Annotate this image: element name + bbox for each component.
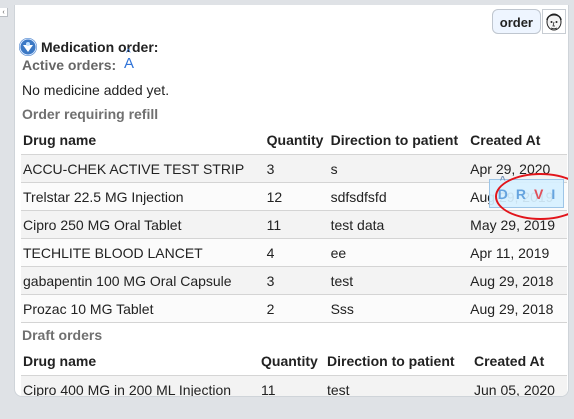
table-row[interactable]: TECHLITE BLOOD LANCET 4 ee Apr 11, 2019 (21, 238, 567, 267)
table-row[interactable]: Cipro 250 MG Oral Tablet 11 test data Ma… (21, 210, 567, 239)
collapse-arrow-icon[interactable]: ‹ (0, 8, 8, 17)
direction-cell: test (328, 266, 469, 295)
action-i-button[interactable]: I (551, 186, 555, 202)
page-title: Medication order: (41, 39, 159, 55)
created-at-cell: May 29, 2019 (468, 210, 567, 239)
quantity-cell: 11 (264, 210, 329, 239)
app-frame: ‹ order Medication order: Active orders:… (0, 0, 574, 419)
created-at-column-header: Created At (472, 347, 567, 376)
direction-cell: test data (328, 210, 469, 239)
refill-section-title: Order requiring refill (22, 106, 159, 122)
created-at-column-header: Created At (468, 126, 567, 155)
drug-name-cell: Prozac 10 MG Tablet (21, 294, 265, 323)
row-action-toolbar: D R V I (489, 175, 564, 208)
draft-orders-table: Drug name Quantity Direction to patient … (21, 347, 567, 396)
direction-cell: test (325, 375, 472, 396)
action-r-button[interactable]: R (516, 186, 526, 202)
order-button[interactable]: order (491, 9, 541, 34)
drug-name-column-header: Drug name (21, 126, 265, 155)
table-header-row: Drug name Quantity Direction to patient … (21, 126, 567, 155)
action-d-button[interactable]: D (498, 175, 508, 202)
drug-name-cell: gabapentin 100 MG Oral Capsule (21, 266, 265, 295)
medication-panel: order Medication order: Active orders: ^… (14, 5, 569, 397)
quantity-cell: 3 (264, 266, 329, 295)
direction-cell: s (328, 154, 469, 183)
action-v-button[interactable]: V (534, 186, 543, 202)
font-size-icon[interactable]: A (124, 48, 134, 72)
drug-name-column-header: Drug name (21, 347, 259, 376)
quantity-column-header: Quantity (264, 126, 329, 155)
active-orders-text: Active orders: (22, 57, 117, 73)
refill-orders-table: Drug name Quantity Direction to patient … (21, 126, 567, 323)
empty-active-orders-message: No medicine added yet. (22, 82, 170, 98)
direction-cell: ee (328, 238, 469, 267)
active-orders-label: Active orders: A (22, 48, 134, 74)
table-row[interactable]: gabapentin 100 MG Oral Capsule 3 test Au… (21, 266, 567, 295)
medication-order-heading: Medication order: (19, 36, 158, 58)
quantity-cell: 3 (264, 154, 329, 183)
drug-name-cell: Cipro 250 MG Oral Tablet (21, 210, 265, 239)
table-row[interactable]: Trelstar 22.5 MG Injection 12 sdfsdfsfd … (21, 182, 567, 211)
created-at-cell: Apr 11, 2019 (468, 238, 567, 267)
quantity-cell: 2 (264, 294, 329, 323)
created-at-cell: Aug 29, 2018 (468, 294, 567, 323)
drug-name-cell: TECHLITE BLOOD LANCET (21, 238, 265, 267)
direction-cell: sdfsdfsfd (328, 182, 469, 211)
quantity-cell: 4 (264, 238, 329, 267)
direction-column-header: Direction to patient (328, 126, 469, 155)
table-row[interactable]: Prozac 10 MG Tablet 2 Sss Aug 29, 2018 (21, 294, 567, 323)
direction-cell: Sss (328, 294, 469, 323)
quantity-cell: 12 (264, 182, 329, 211)
quantity-column-header: Quantity (259, 347, 325, 376)
table-row[interactable]: ACCU-CHEK ACTIVE TEST STRIP 3 s Apr 29, … (21, 154, 567, 183)
table-header-row: Drug name Quantity Direction to patient … (21, 347, 567, 376)
avatar-face-icon (546, 13, 562, 31)
table-row[interactable]: Cipro 400 MG in 200 ML Injection 11 test… (21, 375, 567, 396)
draft-orders-section-title: Draft orders (22, 327, 103, 343)
user-avatar-icon[interactable] (542, 9, 566, 34)
created-at-cell: Aug 29, 2018 (468, 266, 567, 295)
drug-name-cell: Trelstar 22.5 MG Injection (21, 182, 265, 211)
created-at-cell: Jun 05, 2020 (472, 375, 567, 396)
medication-icon (19, 38, 37, 56)
medication-icon-graphic (19, 38, 37, 56)
quantity-cell: 11 (259, 375, 325, 396)
direction-column-header: Direction to patient (325, 347, 472, 376)
drug-name-cell: ACCU-CHEK ACTIVE TEST STRIP (21, 154, 265, 183)
drug-name-cell: Cipro 400 MG in 200 ML Injection (21, 375, 259, 396)
